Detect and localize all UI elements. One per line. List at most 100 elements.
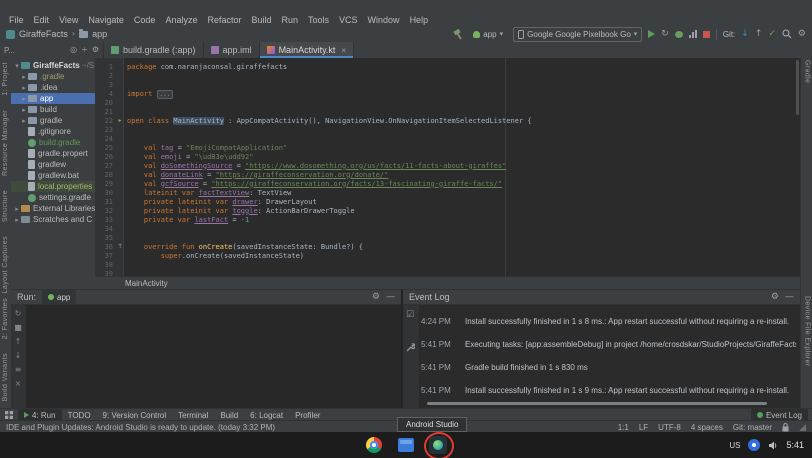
- debug-button[interactable]: [675, 31, 683, 38]
- code-line[interactable]: 29 val gcfSource = "https://giraffeconse…: [95, 179, 794, 188]
- rerun-icon[interactable]: ↻: [15, 309, 22, 318]
- tray-status-icon[interactable]: [748, 439, 760, 451]
- device-select[interactable]: Google Google Pixelbook Go ▾: [513, 27, 642, 42]
- code-line[interactable]: 38: [95, 260, 794, 269]
- event-log-entries[interactable]: 4:24 PMInstall successfully finished in …: [421, 305, 796, 401]
- code-line[interactable]: 20: [95, 98, 794, 107]
- code-line[interactable]: 36↑ override fun onCreate(savedInstanceS…: [95, 242, 794, 251]
- tree-arrow-icon[interactable]: ▾: [13, 62, 21, 70]
- run-console-output[interactable]: [26, 305, 401, 409]
- code-line[interactable]: 27 val doSomethingSource = "https://www.…: [95, 161, 794, 170]
- run-settings-gear-icon[interactable]: ⚙: [372, 292, 380, 302]
- code-line[interactable]: 2: [95, 71, 794, 80]
- tree-item-scratches-and-c[interactable]: ▸Scratches and C: [11, 214, 95, 225]
- menu-navigate[interactable]: Navigate: [83, 14, 129, 26]
- tree-arrow-icon[interactable]: ▸: [20, 73, 28, 81]
- clock[interactable]: 5:41: [786, 440, 804, 450]
- breadcrumb-class[interactable]: MainActivity: [125, 279, 168, 288]
- tree-item-gradle[interactable]: ▸gradle: [11, 115, 95, 126]
- chrome-taskbar-button[interactable]: [365, 436, 383, 454]
- breadcrumb-project[interactable]: GiraffeFacts: [19, 29, 68, 39]
- code-line[interactable]: 34: [95, 224, 794, 233]
- git-commit-icon[interactable]: ✓: [768, 30, 776, 39]
- keyboard-layout-indicator[interactable]: US: [729, 441, 740, 450]
- menu-run[interactable]: Run: [277, 14, 304, 26]
- tool-stripe-layout-captures[interactable]: Layout Captures: [2, 236, 9, 293]
- tree-item-build[interactable]: ▸build: [11, 104, 95, 115]
- event-log-entry[interactable]: 4:24 PMInstall successfully finished in …: [421, 317, 796, 326]
- code-line[interactable]: 21: [95, 107, 794, 116]
- event-log-hscrollbar[interactable]: [427, 402, 767, 405]
- scroll-down-icon[interactable]: ↓: [15, 351, 22, 360]
- tree-arrow-icon[interactable]: ▸: [20, 95, 28, 103]
- status-widget-1-1[interactable]: 1:1: [618, 423, 629, 432]
- tree-item-gradlew[interactable]: gradlew: [11, 159, 95, 170]
- menu-build[interactable]: Build: [246, 14, 276, 26]
- code-line[interactable]: 35: [95, 233, 794, 242]
- code-line[interactable]: 33 private var lastFact = -1: [95, 215, 794, 224]
- menu-view[interactable]: View: [54, 14, 83, 26]
- tool-stripe-device-file-explorer[interactable]: Device File Explorer: [804, 296, 811, 367]
- project-view-dropdown[interactable]: P...: [4, 46, 15, 55]
- tool-stripe-structure[interactable]: Structure: [2, 190, 9, 222]
- tree-item--gitignore[interactable]: .gitignore: [11, 126, 95, 137]
- code-line[interactable]: 3: [95, 80, 794, 89]
- menu-window[interactable]: Window: [363, 14, 405, 26]
- event-log-settings-gear-icon[interactable]: ⚙: [771, 292, 779, 302]
- tree-item-gradlew-bat[interactable]: gradlew.bat: [11, 170, 95, 181]
- tool-stripe-1-project[interactable]: 1: Project: [2, 62, 9, 96]
- build-hammer-icon[interactable]: [452, 29, 463, 40]
- code-line[interactable]: 1package com.naranjaconsal.giraffefacts: [95, 62, 794, 71]
- mark-all-read-icon[interactable]: ☑: [406, 310, 414, 320]
- menu-help[interactable]: Help: [405, 14, 434, 26]
- close-tab-icon[interactable]: ×: [341, 46, 346, 55]
- status-message[interactable]: IDE and Plugin Updates: Android Studio i…: [6, 423, 275, 432]
- tool-stripe-resource-manager[interactable]: Resource Manager: [2, 110, 9, 176]
- menu-analyze[interactable]: Analyze: [160, 14, 202, 26]
- status-widget-utf-8[interactable]: UTF-8: [658, 423, 681, 432]
- settings-gear-icon[interactable]: ⚙: [798, 30, 806, 39]
- status-widget-4-spaces[interactable]: 4 spaces: [691, 423, 723, 432]
- apply-changes-icon[interactable]: ↻: [661, 30, 669, 39]
- status-widget-git-master[interactable]: Git: master: [733, 423, 772, 432]
- code-line[interactable]: 32 private lateinit var toggle: ActionBa…: [95, 206, 794, 215]
- tree-item-build-gradle[interactable]: build.gradle: [11, 137, 95, 148]
- editor-tab[interactable]: build.gradle (:app): [104, 42, 204, 58]
- status-widget-lf[interactable]: LF: [639, 423, 648, 432]
- code-line[interactable]: 39: [95, 269, 794, 276]
- menu-vcs[interactable]: VCS: [334, 14, 363, 26]
- git-update-icon[interactable]: ↓: [741, 30, 749, 39]
- soft-wrap-icon[interactable]: ≡: [15, 365, 22, 374]
- editor-tab[interactable]: MainActivity.kt×: [260, 42, 355, 58]
- search-icon[interactable]: [782, 29, 792, 39]
- collapse-all-icon[interactable]: ÷: [81, 46, 88, 54]
- tree-arrow-icon[interactable]: ▸: [13, 216, 21, 224]
- editor-tab[interactable]: app.iml: [204, 42, 260, 58]
- event-log-entry[interactable]: 5:41 PMExecuting tasks: [app:assembleDeb…: [421, 340, 796, 349]
- code-line[interactable]: 28 val donateLink = "https://giraffecons…: [95, 170, 794, 179]
- tree-arrow-icon[interactable]: ▸: [20, 106, 28, 114]
- menu-file[interactable]: File: [4, 14, 29, 26]
- code-editor[interactable]: 1package com.naranjaconsal.giraffefacts2…: [95, 58, 800, 276]
- tree-item-settings-gradle[interactable]: settings.gradle: [11, 192, 95, 203]
- code-line[interactable]: 4import ...: [95, 89, 794, 98]
- run-configuration-select[interactable]: app ▾: [469, 28, 507, 41]
- scroll-up-icon[interactable]: ↑: [15, 337, 22, 346]
- menu-code[interactable]: Code: [129, 14, 161, 26]
- code-line[interactable]: 30 lateinit var factTextView: TextView: [95, 188, 794, 197]
- tree-arrow-icon[interactable]: ▸: [13, 205, 21, 213]
- locate-icon[interactable]: ◎: [70, 46, 77, 54]
- files-taskbar-button[interactable]: [397, 436, 415, 454]
- tool-stripe-2-favorites[interactable]: 2: Favorites: [2, 298, 9, 339]
- panel-settings-icon[interactable]: ⚙: [92, 46, 99, 54]
- menu-edit[interactable]: Edit: [29, 14, 55, 26]
- run-minimize-icon[interactable]: —: [386, 292, 395, 302]
- tree-arrow-icon[interactable]: ▸: [20, 84, 28, 92]
- event-log-minimize-icon[interactable]: —: [785, 292, 794, 302]
- tree-item--idea[interactable]: ▸.idea: [11, 82, 95, 93]
- profiler-button[interactable]: [689, 30, 697, 38]
- code-line[interactable]: 31 private lateinit var drawer: DrawerLa…: [95, 197, 794, 206]
- clear-icon[interactable]: ×: [15, 379, 22, 388]
- code-line[interactable]: 26 val emoji = "\ud83e\udd92": [95, 152, 794, 161]
- menu-tools[interactable]: Tools: [303, 14, 334, 26]
